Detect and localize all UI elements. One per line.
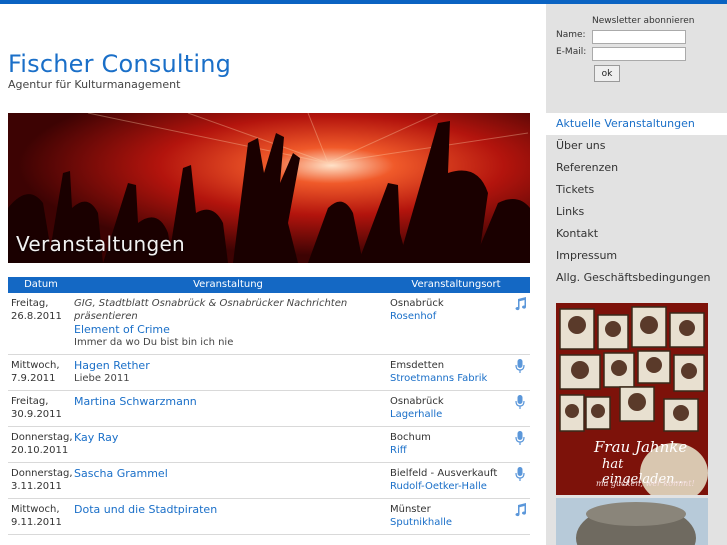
main-nav: Aktuelle Veranstaltungen Über uns Refere… xyxy=(539,113,727,289)
nav-item-impressum[interactable]: Impressum xyxy=(546,245,727,267)
newsletter-email-input[interactable] xyxy=(592,47,686,61)
event-city: Osnabrück xyxy=(390,298,444,309)
nav-item-aktuelle-veranstaltungen[interactable]: Aktuelle Veranstaltungen xyxy=(539,113,727,135)
event-cell: Martina Schwarzmann xyxy=(74,395,390,421)
column-header-date: Datum xyxy=(24,279,58,290)
newsletter-email-label: E-Mail: xyxy=(556,47,587,57)
hero-caption: Veranstaltungen xyxy=(16,232,186,256)
event-weekday: Donnerstag, xyxy=(11,432,73,443)
event-cell: GIG, Stadtblatt Osnabrück & Osnabrücker … xyxy=(74,297,390,349)
event-date-cell: Freitag, 30.9.2011 xyxy=(8,395,74,421)
event-venue-cell: Bielfeld - Ausverkauft Rudolf-Oetker-Hal… xyxy=(390,467,510,493)
event-date: 30.9.2011 xyxy=(11,409,62,420)
nav-item-tickets[interactable]: Tickets xyxy=(546,179,727,201)
event-detail: Immer da wo Du bist bin ich nie xyxy=(74,337,234,348)
event-date-cell: Mittwoch, 9.11.2011 xyxy=(8,503,74,529)
event-city: Bochum xyxy=(390,432,431,443)
event-artist-link[interactable]: Martina Schwarzmann xyxy=(74,395,390,408)
site-subtitle: Agentur für Kulturmanagement xyxy=(8,78,181,91)
table-row: Freitag, 30.9.2011 Martina Schwarzmann O… xyxy=(8,391,530,427)
portrait-image xyxy=(556,498,708,545)
event-weekday: Freitag, xyxy=(11,298,49,309)
event-date-cell: Mittwoch, 7.9.2011 xyxy=(8,359,74,385)
ad-tagline: ma gucken, wer kommt! xyxy=(596,479,695,488)
hero-banner: Veranstaltungen xyxy=(8,113,530,263)
event-cell: Dota und die Stadtpiraten xyxy=(74,503,390,529)
microphone-icon xyxy=(510,395,530,421)
event-date: 3.11.2011 xyxy=(11,481,62,492)
event-venue-link[interactable]: Rudolf-Oetker-Halle xyxy=(390,480,510,493)
event-venue-link[interactable]: Sputnikhalle xyxy=(390,516,510,529)
event-weekday: Mittwoch, xyxy=(11,504,60,515)
site-header: Fischer Consulting Agentur für Kulturman… xyxy=(8,50,231,91)
events-table-header: Datum Veranstaltung Veranstaltungsort xyxy=(8,277,530,293)
microphone-icon xyxy=(510,359,530,385)
table-row: Donnerstag, 3.11.2011 Sascha Grammel Bie… xyxy=(8,463,530,499)
ad-banner-frau-jahnke[interactable]: Frau Jahnke hat eingeladen... ma gucken,… xyxy=(556,303,708,495)
event-artist-link[interactable]: Sascha Grammel xyxy=(74,467,390,480)
ad-banner-portrait[interactable] xyxy=(556,498,708,545)
newsletter-submit-button[interactable]: ok xyxy=(594,65,620,82)
microphone-icon xyxy=(510,431,530,457)
event-detail: Liebe 2011 xyxy=(74,373,130,384)
event-date: 7.9.2011 xyxy=(11,373,56,384)
site-title[interactable]: Fischer Consulting xyxy=(8,50,231,78)
column-header-event: Veranstaltung xyxy=(193,279,263,290)
event-venue-cell: Emsdetten Stroetmanns Fabrik xyxy=(390,359,510,385)
table-row: Donnerstag, 20.10.2011 Kay Ray Bochum Ri… xyxy=(8,427,530,463)
newsletter-name-label: Name: xyxy=(556,30,586,40)
event-artist-link[interactable]: Element of Crime xyxy=(74,323,390,336)
music-note-icon xyxy=(510,297,530,349)
event-date-cell: Donnerstag, 3.11.2011 xyxy=(8,467,74,493)
event-weekday: Freitag, xyxy=(11,396,49,407)
newsletter-name-input[interactable] xyxy=(592,30,686,44)
sidebar: Newsletter abonnieren Name: E-Mail: ok A… xyxy=(539,4,727,545)
event-venue-cell: Osnabrück Rosenhof xyxy=(390,297,510,349)
ad-headline: Frau Jahnke xyxy=(594,438,688,456)
event-venue-link[interactable]: Rosenhof xyxy=(390,310,510,323)
event-city: Osnabrück xyxy=(390,396,444,407)
table-row: Mittwoch, 9.11.2011 Dota und die Stadtpi… xyxy=(8,499,530,535)
nav-item-ueber-uns[interactable]: Über uns xyxy=(546,135,727,157)
microphone-icon xyxy=(510,467,530,493)
event-cell: Hagen Rether Liebe 2011 xyxy=(74,359,390,385)
event-weekday: Donnerstag, xyxy=(11,468,73,479)
event-date: 9.11.2011 xyxy=(11,517,62,528)
event-date: 26.8.2011 xyxy=(11,311,62,322)
event-venue-cell: Osnabrück Lagerhalle xyxy=(390,395,510,421)
event-venue-link[interactable]: Riff xyxy=(390,444,510,457)
nav-item-agb[interactable]: Allg. Geschäftsbedingungen xyxy=(546,267,727,289)
column-header-venue: Veranstaltungsort xyxy=(411,279,501,290)
event-city: Bielfeld - Ausverkauft xyxy=(390,468,498,479)
nav-item-links[interactable]: Links xyxy=(546,201,727,223)
event-weekday: Mittwoch, xyxy=(11,360,60,371)
event-date-cell: Donnerstag, 20.10.2011 xyxy=(8,431,74,457)
event-venue-cell: Bochum Riff xyxy=(390,431,510,457)
events-table: Datum Veranstaltung Veranstaltungsort Fr… xyxy=(8,277,530,535)
table-row: Freitag, 26.8.2011 GIG, Stadtblatt Osnab… xyxy=(8,293,530,355)
event-presenter: GIG, Stadtblatt Osnabrück & Osnabrücker … xyxy=(74,298,348,322)
nav-item-referenzen[interactable]: Referenzen xyxy=(546,157,727,179)
event-city: Münster xyxy=(390,504,431,515)
event-cell: Sascha Grammel xyxy=(74,467,390,493)
table-row: Mittwoch, 7.9.2011 Hagen Rether Liebe 20… xyxy=(8,355,530,391)
event-venue-link[interactable]: Lagerhalle xyxy=(390,408,510,421)
event-venue-cell: Münster Sputnikhalle xyxy=(390,503,510,529)
event-city: Emsdetten xyxy=(390,360,445,371)
event-date: 20.10.2011 xyxy=(11,445,69,456)
event-date-cell: Freitag, 26.8.2011 xyxy=(8,297,74,349)
event-artist-link[interactable]: Dota und die Stadtpiraten xyxy=(74,503,390,516)
event-cell: Kay Ray xyxy=(74,431,390,457)
newsletter-title: Newsletter abonnieren xyxy=(592,16,695,26)
nav-item-kontakt[interactable]: Kontakt xyxy=(546,223,727,245)
event-artist-link[interactable]: Hagen Rether xyxy=(74,359,390,372)
event-artist-link[interactable]: Kay Ray xyxy=(74,431,390,444)
event-venue-link[interactable]: Stroetmanns Fabrik xyxy=(390,372,510,385)
music-note-icon xyxy=(510,503,530,529)
